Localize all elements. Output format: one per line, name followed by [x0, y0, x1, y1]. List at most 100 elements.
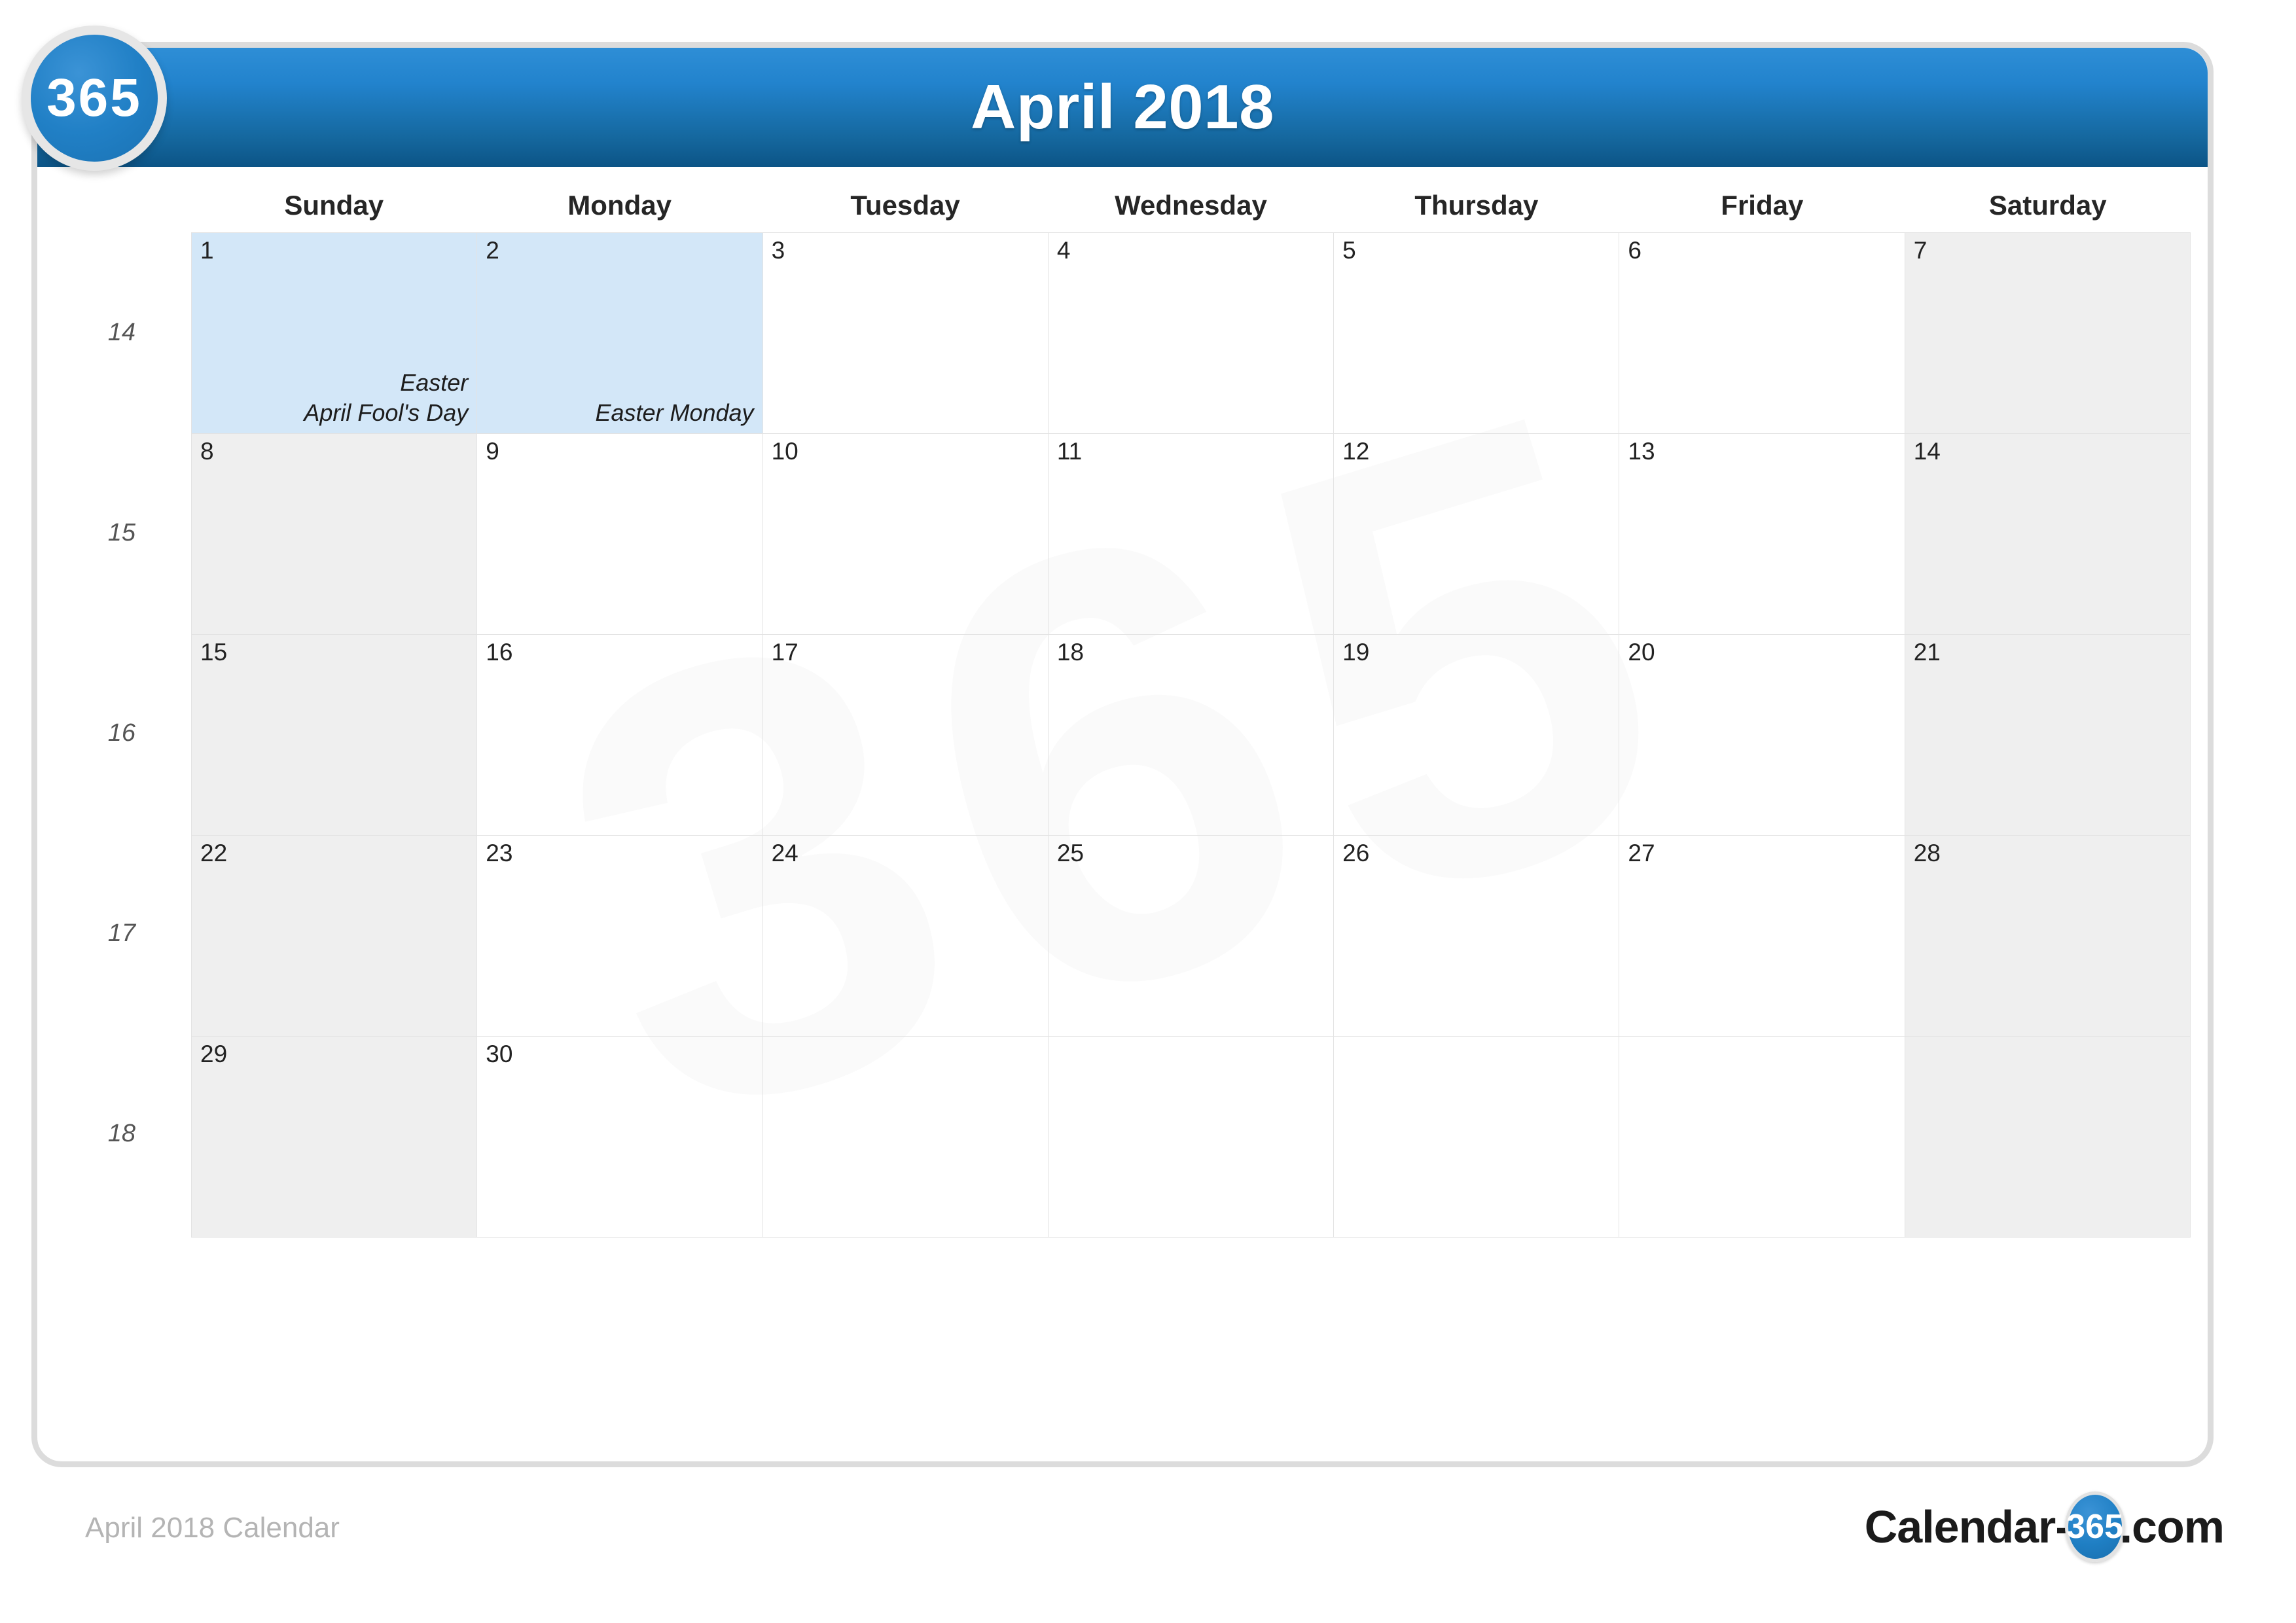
day-number: 18 [1056, 639, 1084, 666]
day-events: Easter Monday [595, 398, 753, 428]
calendar-day-cell[interactable]: 30 [476, 1036, 763, 1238]
calendar-day-cell[interactable]: 26 [1333, 835, 1620, 1037]
day-number: 13 [1628, 438, 1655, 465]
day-number: 4 [1056, 237, 1071, 264]
day-number: 7 [1913, 237, 1928, 264]
calendar-day-cell[interactable]: 11 [1047, 433, 1335, 635]
calendar-day-cell[interactable] [762, 1036, 1049, 1238]
calendar-day-cell[interactable]: 24 [762, 835, 1049, 1037]
logo-365-icon: 365 [2064, 1491, 2125, 1562]
day-number: 25 [1056, 840, 1084, 866]
weekday-header-friday: Friday [1721, 190, 1804, 221]
calendar-week-row: 22 23 24 25 26 27 28 [190, 835, 2191, 1037]
calendar-title-bar: April 2018 [37, 48, 2208, 167]
calendar-day-cell[interactable]: 4 [1047, 232, 1335, 434]
week-number-column: 14 15 16 17 18 [37, 232, 191, 1234]
day-number: 5 [1342, 237, 1356, 264]
week-number: 18 [107, 1119, 135, 1147]
calendar-day-cell[interactable]: 22 [190, 835, 478, 1037]
day-number: 10 [771, 438, 798, 465]
calendar-day-cell[interactable]: 9 [476, 433, 763, 635]
calendar-day-cell[interactable]: 12 [1333, 433, 1620, 635]
event-label: April Fool's Day [304, 399, 469, 426]
day-number: 30 [486, 1041, 513, 1067]
calendar-day-cell[interactable]: 2 Easter Monday [476, 232, 763, 434]
calendar-day-cell[interactable] [1333, 1036, 1620, 1238]
calendar-day-cell[interactable]: 8 [190, 433, 478, 635]
day-number: 28 [1913, 840, 1941, 866]
footer-caption: April 2018 Calendar [85, 1512, 340, 1544]
calendar-day-cell[interactable]: 28 [1904, 835, 2191, 1037]
calendar-card: April 2018 3 6 5 Sunday Monday Tuesday Wednes… [31, 42, 2214, 1467]
calendar-day-cell[interactable]: 1 Easter April Fool's Day [190, 232, 478, 434]
day-number: 26 [1342, 840, 1370, 866]
day-number: 19 [1342, 639, 1370, 666]
calendar-page: April 2018 365 Sunday Monday Tuesday Wednes… [0, 0, 2296, 1623]
calendar-day-cell[interactable]: 19 [1333, 634, 1620, 836]
logo-prefix: Calendar- [1864, 1501, 2071, 1552]
calendar-day-cell[interactable]: 21 [1904, 634, 2191, 836]
day-number: 11 [1056, 438, 1083, 465]
calendar-week-row: 29 30 [190, 1036, 2191, 1238]
calendar-day-cell[interactable]: 27 [1619, 835, 1905, 1037]
calendar-day-cell[interactable]: 13 [1619, 433, 1905, 635]
weekday-header-thursday: Thursday [1414, 190, 1539, 221]
page-title: April 2018 [971, 72, 1274, 142]
calendar-day-cell[interactable] [1904, 1036, 2191, 1238]
day-number: 22 [200, 840, 228, 866]
calendar-day-cell[interactable]: 20 [1619, 634, 1905, 836]
event-label: Easter [400, 368, 469, 396]
day-events: Easter April Fool's Day [304, 368, 468, 428]
day-number: 16 [486, 639, 513, 666]
calendar-day-cell[interactable]: 10 [762, 433, 1049, 635]
calendar-day-cell[interactable]: 29 [190, 1036, 478, 1238]
calendar-day-cell[interactable]: 25 [1047, 835, 1335, 1037]
week-number: 16 [107, 719, 135, 747]
weekday-header-saturday: Saturday [1988, 190, 2107, 221]
weekday-header-tuesday: Tuesday [850, 190, 960, 221]
day-number: 24 [771, 840, 798, 866]
logo-badge-label: 365 [2066, 1508, 2123, 1546]
calendar-grid: 1 Easter April Fool's Day 2 Easter Monday 3 4 5… [190, 232, 2191, 1238]
day-number: 27 [1628, 840, 1655, 866]
calendar-day-cell[interactable] [1047, 1036, 1335, 1238]
day-number: 29 [200, 1041, 228, 1067]
calendar-day-cell[interactable]: 3 [762, 232, 1049, 434]
day-number: 21 [1913, 639, 1941, 666]
calendar-week-row: 1 Easter April Fool's Day 2 Easter Monday 3 4 5… [190, 232, 2191, 434]
calendar-day-cell[interactable]: 18 [1047, 634, 1335, 836]
weekday-header-row: Sunday Monday Tuesday Wednesday Thursday Frid… [191, 183, 2191, 228]
weekday-header-monday: Monday [567, 190, 672, 221]
event-label: Easter Monday [595, 399, 754, 426]
day-number: 20 [1628, 639, 1655, 666]
weekday-header-sunday: Sunday [284, 190, 384, 221]
calendar-day-cell[interactable]: 7 [1904, 232, 2191, 434]
calendar-day-cell[interactable]: 14 [1904, 433, 2191, 635]
day-number: 12 [1342, 438, 1370, 465]
weekday-header-wednesday: Wednesday [1115, 190, 1267, 221]
day-number: 2 [486, 237, 499, 264]
week-number: 15 [107, 518, 135, 546]
calendar-grid-body: 1 Easter April Fool's Day 2 Easter Monday 3 4 5… [190, 232, 2191, 1238]
day-number: 14 [1913, 438, 1941, 465]
day-number: 15 [200, 639, 228, 666]
week-number: 17 [107, 919, 135, 947]
logo-suffix: .com [2119, 1501, 2225, 1552]
calendar-day-cell[interactable]: 16 [476, 634, 763, 836]
calendar-week-row: 8 9 10 11 12 13 14 [190, 433, 2191, 635]
site-logo[interactable]: Calendar- 365 .com [1864, 1491, 2225, 1562]
calendar-day-cell[interactable]: 23 [476, 835, 763, 1037]
week-number: 14 [107, 318, 135, 346]
calendar-day-cell[interactable] [1619, 1036, 1905, 1238]
day-number: 6 [1628, 237, 1641, 264]
day-number: 1 [200, 237, 214, 264]
day-number: 23 [486, 840, 513, 866]
calendar-day-cell[interactable]: 5 [1333, 232, 1620, 434]
brand-badge-circle: 365 [31, 35, 158, 162]
day-number: 3 [771, 237, 785, 264]
calendar-day-cell[interactable]: 15 [190, 634, 478, 836]
brand-badge-365: 365 [22, 26, 167, 171]
calendar-day-cell[interactable]: 6 [1619, 232, 1905, 434]
calendar-day-cell[interactable]: 17 [762, 634, 1049, 836]
calendar-body: 3 6 5 Sunday Monday Tuesday Wednesday Thursday… [37, 167, 2208, 1461]
